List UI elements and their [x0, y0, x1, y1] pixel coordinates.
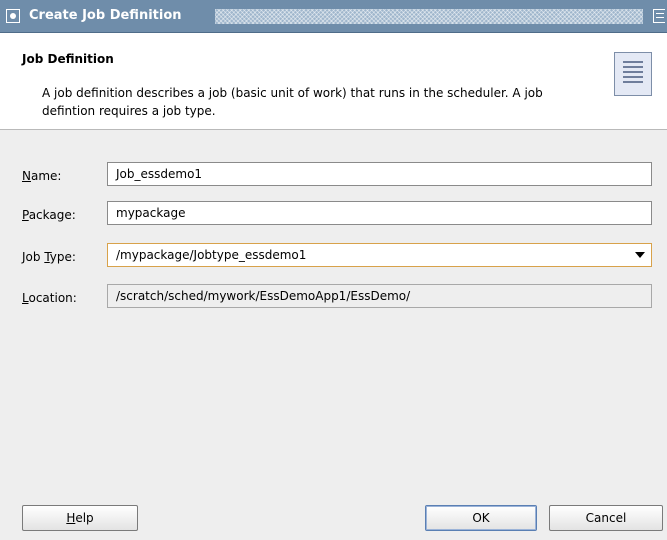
name-row: Name: Job_essdemo1 — [0, 162, 667, 192]
create-job-definition-dialog: Create Job Definition Job Definition A j… — [0, 0, 667, 540]
name-input[interactable]: Job_essdemo1 — [107, 162, 652, 186]
header-panel: Job Definition A job definition describe… — [0, 33, 667, 130]
chevron-down-icon[interactable] — [635, 252, 645, 258]
header-description: A job definition describes a job (basic … — [42, 86, 543, 118]
location-row: Location: /scratch/sched/mywork/EssDemoA… — [0, 284, 667, 314]
document-list-icon — [614, 52, 652, 96]
package-input[interactable]: mypackage — [107, 201, 652, 225]
location-label: Location: — [22, 291, 77, 305]
restore-icon[interactable] — [653, 9, 665, 23]
name-label: Name: — [22, 169, 62, 183]
job-type-value: /mypackage/Jobtype_essdemo1 — [116, 248, 307, 262]
cancel-button[interactable]: Cancel — [549, 505, 663, 531]
package-row: Package: mypackage — [0, 201, 667, 231]
job-type-select[interactable]: /mypackage/Jobtype_essdemo1 — [107, 243, 652, 267]
title-bar-grip[interactable] — [215, 9, 643, 24]
window-menu-icon[interactable] — [6, 9, 20, 23]
window-title: Create Job Definition — [29, 8, 182, 23]
job-type-row: Job Type: /mypackage/Jobtype_essdemo1 — [0, 243, 667, 273]
title-bar[interactable]: Create Job Definition — [0, 0, 667, 33]
job-type-label: Job Type: — [22, 250, 76, 264]
help-button[interactable]: Help — [22, 505, 138, 531]
ok-button[interactable]: OK — [425, 505, 537, 531]
location-field[interactable]: /scratch/sched/mywork/EssDemoApp1/EssDem… — [107, 284, 652, 308]
package-label: Package: — [22, 208, 76, 222]
header-title: Job Definition — [22, 52, 114, 66]
